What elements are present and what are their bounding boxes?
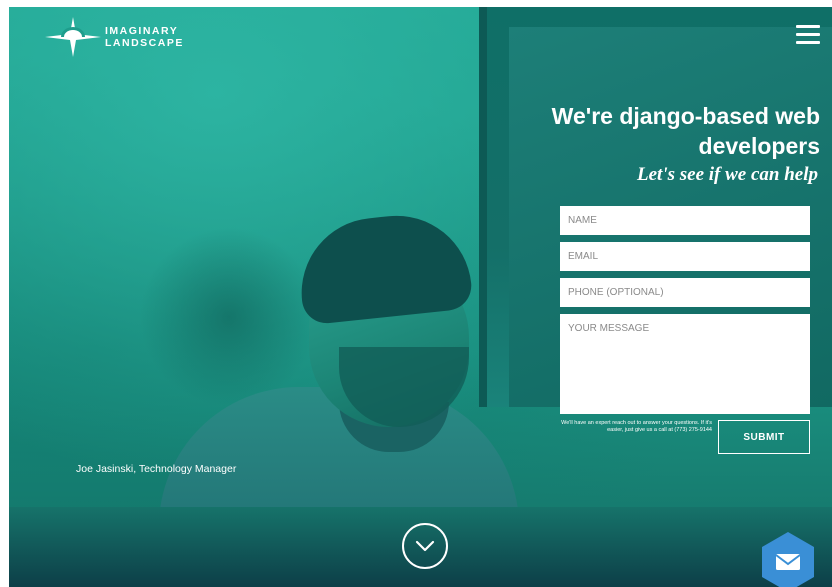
brand-name-line1: IMAGINARY	[105, 25, 179, 37]
email-input[interactable]	[560, 242, 810, 271]
name-input[interactable]	[560, 206, 810, 235]
hero-section: IMAGINARY LANDSCAPE We're django-based w…	[9, 7, 832, 587]
submit-button[interactable]: SUBMIT	[718, 420, 810, 454]
brand-name-line2: LANDSCAPE	[105, 37, 184, 49]
background-shelf	[139, 227, 319, 407]
scroll-down-button[interactable]	[402, 523, 448, 569]
sunrise-star-logo-icon	[45, 17, 101, 57]
photo-caption: Joe Jasinski, Technology Manager	[76, 463, 237, 475]
brand-logo-link[interactable]: IMAGINARY LANDSCAPE	[43, 15, 184, 59]
message-textarea[interactable]	[560, 314, 810, 414]
hamburger-menu-icon[interactable]	[796, 25, 820, 45]
contact-form: We'll have an expert reach out to answer…	[560, 206, 810, 454]
phone-input[interactable]	[560, 278, 810, 307]
hero-title: We're django-based web developers	[551, 103, 820, 159]
contact-mail-button[interactable]	[759, 530, 817, 587]
chevron-down-icon	[415, 540, 435, 552]
envelope-icon	[762, 532, 814, 587]
hero-subtitle: Let's see if we can help	[637, 164, 818, 185]
form-note: We'll have an expert reach out to answer…	[561, 420, 712, 433]
form-footer: We'll have an expert reach out to answer…	[560, 420, 810, 454]
brand-name: IMAGINARY LANDSCAPE	[105, 25, 184, 49]
